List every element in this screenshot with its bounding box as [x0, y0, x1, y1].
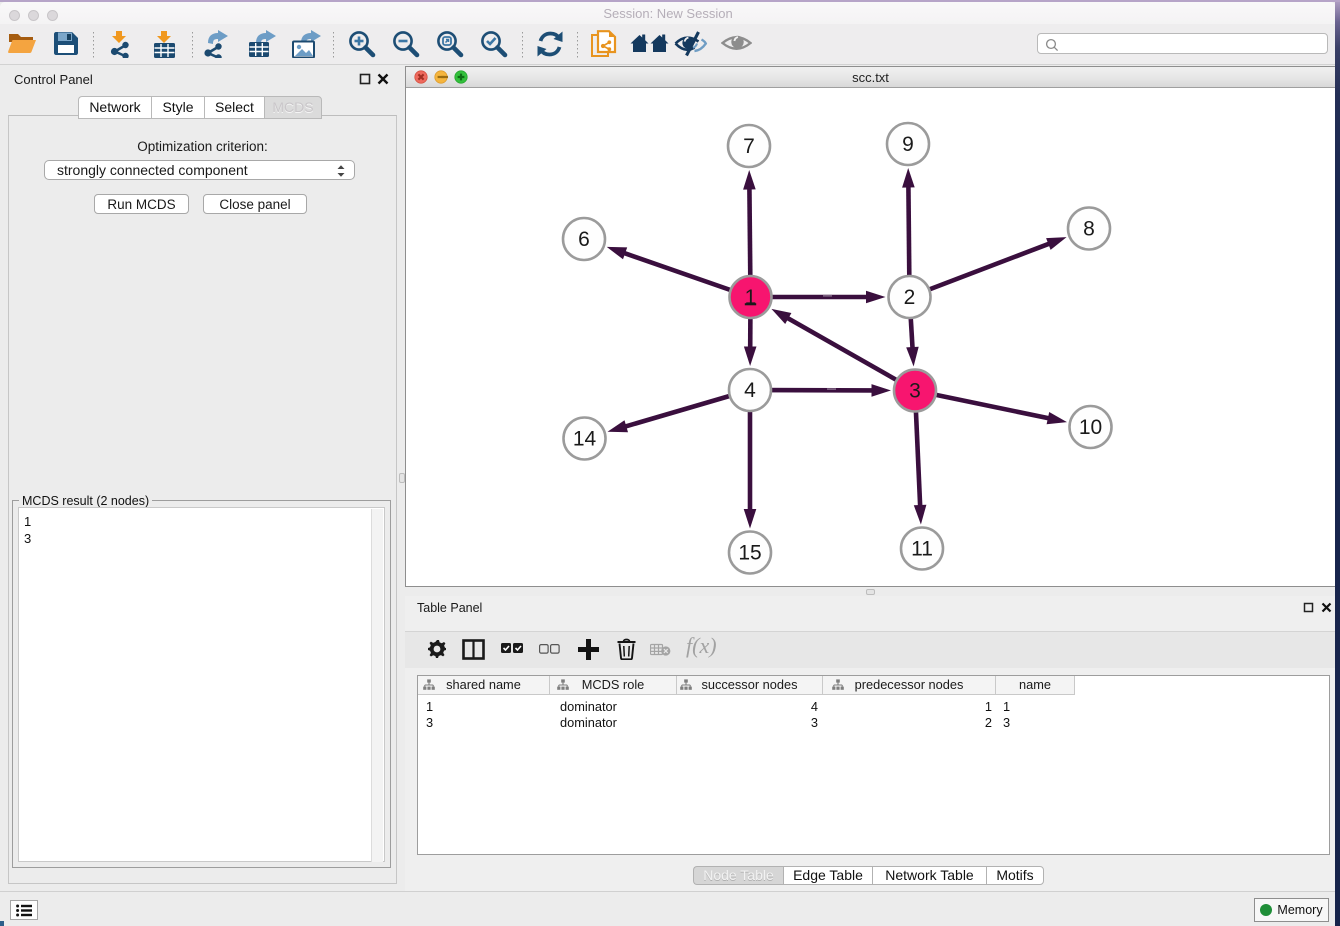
svg-text:2: 2	[904, 286, 916, 309]
svg-text:1: 1	[745, 286, 757, 309]
svg-text:8: 8	[1083, 218, 1095, 241]
svg-text:9: 9	[902, 133, 914, 156]
svg-text:3: 3	[909, 380, 921, 403]
svg-text:15: 15	[738, 542, 761, 565]
svg-text:11: 11	[911, 538, 933, 561]
svg-text:14: 14	[573, 428, 597, 451]
svg-text:10: 10	[1079, 416, 1102, 439]
svg-text:6: 6	[578, 228, 590, 251]
svg-text:4: 4	[744, 379, 756, 402]
svg-text:7: 7	[743, 135, 755, 158]
